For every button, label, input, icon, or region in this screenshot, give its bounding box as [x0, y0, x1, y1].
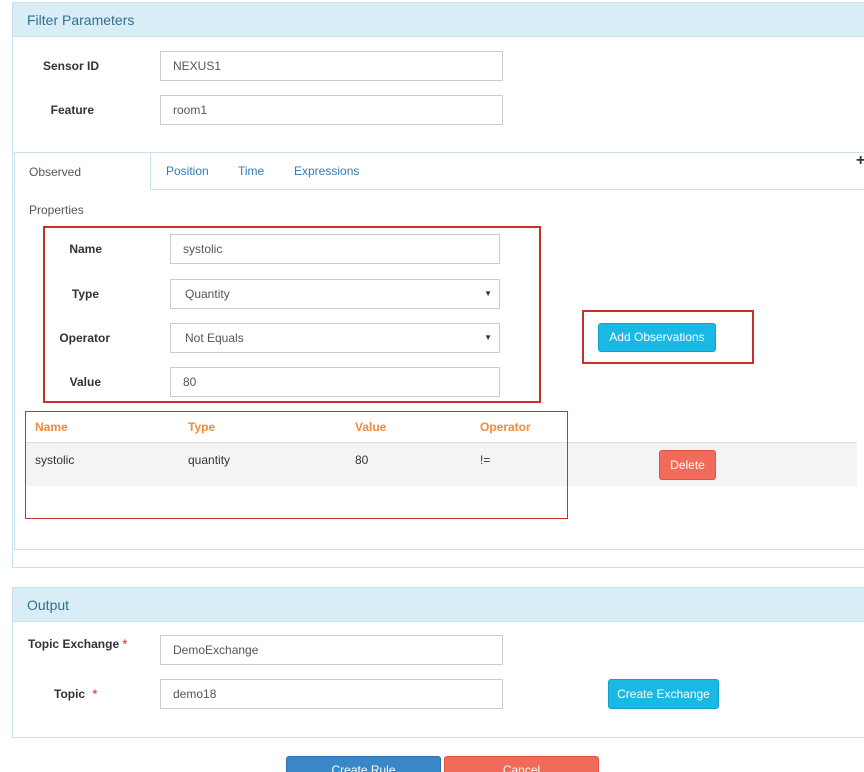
delete-button[interactable]: Delete: [659, 450, 716, 480]
operator-select[interactable]: Not Equals ▼: [170, 323, 500, 353]
output-title: Output: [13, 588, 864, 622]
tab-position[interactable]: Position: [166, 152, 209, 190]
type-select[interactable]: Quantity ▼: [170, 279, 500, 309]
table-cell-name: systolic: [35, 453, 75, 467]
required-marker: *: [122, 637, 128, 651]
cancel-button[interactable]: Cancel: [444, 756, 599, 772]
type-select-value: Quantity: [185, 287, 230, 301]
create-rule-button[interactable]: Create Rule: [286, 756, 441, 772]
sensor-id-input[interactable]: NEXUS1: [160, 51, 503, 81]
value-input[interactable]: 80: [170, 367, 500, 397]
tab-time[interactable]: Time: [238, 152, 264, 190]
topic-label: Topic *: [54, 687, 97, 701]
topic-exchange-label: Topic Exchange *: [28, 637, 127, 651]
operator-select-value: Not Equals: [185, 331, 244, 345]
feature-label: Feature: [50, 103, 94, 117]
table-cell-value: 80: [355, 453, 369, 467]
tab-observed-properties[interactable]: Observed Properties: [14, 152, 151, 217]
plus-icon[interactable]: +: [856, 152, 864, 170]
table-cell-type: quantity: [188, 453, 231, 467]
topic-exchange-label-text: Topic Exchange: [28, 637, 120, 651]
sensor-id-label: Sensor ID: [42, 59, 99, 73]
table-header-name: Name: [35, 420, 68, 434]
name-input[interactable]: systolic: [170, 234, 500, 264]
add-observations-button[interactable]: Add Observations: [598, 323, 716, 352]
name-label: Name: [69, 242, 102, 256]
tab-expressions[interactable]: Expressions: [294, 152, 359, 190]
chevron-down-icon: ▼: [484, 333, 492, 342]
table-header-type: Type: [188, 420, 216, 434]
filter-parameters-title: Filter Parameters: [13, 3, 864, 37]
value-label: Value: [69, 375, 101, 389]
operator-label: Operator: [59, 331, 110, 345]
topic-input[interactable]: demo18: [160, 679, 503, 709]
table-header-operator: Operator: [480, 420, 531, 434]
type-label: Type: [71, 287, 99, 301]
required-marker: *: [92, 687, 98, 701]
topic-label-text: Topic: [54, 687, 86, 701]
feature-input[interactable]: room1: [160, 95, 503, 125]
topic-exchange-input[interactable]: DemoExchange: [160, 635, 503, 665]
table-cell-operator: !=: [480, 453, 491, 467]
create-exchange-button[interactable]: Create Exchange: [608, 679, 719, 709]
table-header-value: Value: [355, 420, 387, 434]
chevron-down-icon: ▼: [484, 289, 492, 298]
